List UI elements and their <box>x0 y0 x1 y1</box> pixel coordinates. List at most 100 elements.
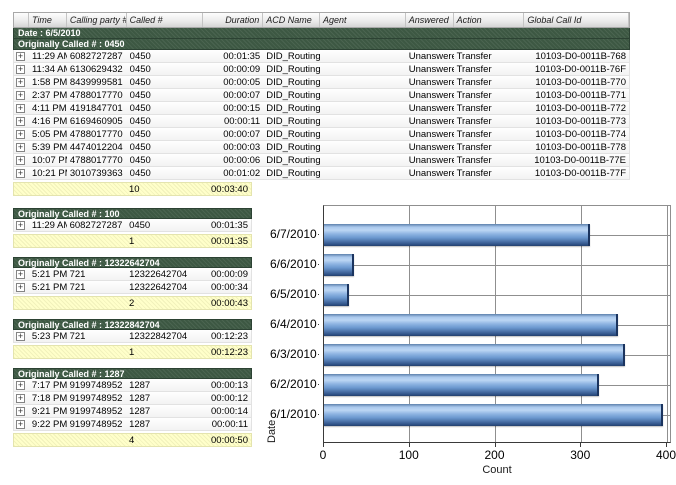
chart-category-labels: 6/7/20106/6/20106/5/20106/4/20106/3/2010… <box>270 205 319 443</box>
column-header-expand[interactable] <box>14 13 29 27</box>
table-row: +5:39 PM4474012204045000:00:03DID_Routin… <box>13 141 630 154</box>
chart-bar <box>324 314 618 336</box>
table-rows: +11:29 AM6082727287045000:01:35DID_Routi… <box>13 50 630 180</box>
expand-icon[interactable]: + <box>16 169 25 178</box>
column-header-action[interactable]: Action <box>454 13 525 27</box>
cell-action: Transfer <box>454 115 525 127</box>
expand-icon[interactable]: + <box>16 65 25 74</box>
cell-called: 0450 <box>127 115 204 127</box>
chart-band <box>324 400 670 430</box>
expand-icon[interactable]: + <box>16 283 25 292</box>
cell-acd: DID_Routing <box>263 167 320 179</box>
cell-duration: 00:00:06 <box>203 154 263 166</box>
group-summary-row: 400:00:50 <box>13 433 252 447</box>
expand-icon[interactable]: + <box>16 104 25 113</box>
expand-icon[interactable]: + <box>16 332 25 341</box>
expand-cell: + <box>14 89 29 101</box>
cell-acd: DID_Routing <box>263 63 320 75</box>
cell-global: 10103-D0-0011B-774 <box>524 128 629 140</box>
expand-icon[interactable]: + <box>16 270 25 279</box>
column-header-agent[interactable]: Agent <box>320 13 406 27</box>
column-header-answered[interactable]: Answered <box>406 13 454 27</box>
cell-calling: 3010739363 <box>67 167 127 179</box>
expand-icon[interactable]: + <box>16 130 25 139</box>
table-row: +9:22 PM9199748952128700:00:11 <box>13 418 252 431</box>
expand-cell: + <box>14 418 29 430</box>
chart-band <box>324 310 670 340</box>
column-header-called[interactable]: Called # <box>127 13 204 27</box>
cell-global: 10103-D0-0011B-76F <box>524 63 629 75</box>
expand-cell: + <box>14 154 29 166</box>
cell-answered: Unanswered <box>406 89 454 101</box>
expand-icon[interactable]: + <box>16 394 25 403</box>
cell-time: 5:05 PM <box>29 128 67 140</box>
gridline <box>324 265 670 266</box>
tick-label: 0 <box>303 448 343 462</box>
expand-icon[interactable]: + <box>16 143 25 152</box>
called-group-label: Originally Called # : 0450 <box>18 39 125 49</box>
cell-calling: 721 <box>67 281 127 293</box>
cell-duration: 00:01:02 <box>203 167 263 179</box>
expand-cell: + <box>14 115 29 127</box>
cell-action: Transfer <box>454 128 525 140</box>
tick-label: 200 <box>475 448 515 462</box>
cell-duration: 00:00:34 <box>202 281 251 293</box>
expand-cell: + <box>14 281 29 293</box>
date-group-label: Date : 6/5/2010 <box>18 28 81 38</box>
expand-cell: + <box>14 102 29 114</box>
chart-bar <box>324 374 599 396</box>
cell-action: Transfer <box>454 76 525 88</box>
column-header-time[interactable]: Time <box>29 13 67 27</box>
expand-icon[interactable]: + <box>16 420 25 429</box>
expand-icon[interactable]: + <box>16 156 25 165</box>
category-label: 6/3/2010 <box>270 339 319 369</box>
cell-time: 7:17 PM <box>29 379 67 391</box>
expand-icon[interactable]: + <box>16 381 25 390</box>
cell-calling: 9199748952 <box>67 418 127 430</box>
summary-call-count: 1 <box>126 236 202 247</box>
expand-icon[interactable]: + <box>16 78 25 87</box>
expand-icon[interactable]: + <box>16 91 25 100</box>
cell-duration: 00:00:05 <box>203 76 263 88</box>
expand-cell: + <box>14 392 29 404</box>
cell-action: Transfer <box>454 63 525 75</box>
gridline <box>324 295 670 296</box>
column-header-acd[interactable]: ACD Name <box>263 13 320 27</box>
cell-time: 5:21 PM <box>29 268 67 280</box>
cell-duration: 00:00:14 <box>202 405 251 417</box>
table-row: +4:11 PM4191847701045000:00:15DID_Routin… <box>13 102 630 115</box>
called-group-band: Originally Called # : 1287 <box>13 368 252 379</box>
chart-band <box>324 370 670 400</box>
cell-action: Transfer <box>454 102 525 114</box>
table-row: +7:17 PM9199748952128700:00:13 <box>13 379 252 392</box>
cell-calling: 9199748952 <box>67 379 127 391</box>
cell-agent <box>320 102 406 114</box>
expand-cell: + <box>14 50 29 62</box>
expand-icon[interactable]: + <box>16 117 25 126</box>
cell-answered: Unanswered <box>406 128 454 140</box>
cell-answered: Unanswered <box>406 102 454 114</box>
expand-icon[interactable]: + <box>16 407 25 416</box>
cell-calling: 9199748952 <box>67 405 127 417</box>
column-header-duration[interactable]: Duration <box>203 13 263 27</box>
expand-icon[interactable]: + <box>16 52 25 61</box>
chart-bands <box>324 206 670 442</box>
cell-calling: 6169460905 <box>67 115 127 127</box>
column-header-global[interactable]: Global Call Id <box>524 13 629 27</box>
column-header-calling[interactable]: Calling party # <box>67 13 127 27</box>
cell-agent <box>320 76 406 88</box>
cell-calling: 6082727287 <box>67 219 127 231</box>
cell-global: 10103-D0-0011B-77E <box>524 154 629 166</box>
cell-time: 9:21 PM <box>29 405 67 417</box>
cell-time: 4:16 PM <box>29 115 67 127</box>
cell-called: 0450 <box>127 141 204 153</box>
cell-called: 1287 <box>126 418 202 430</box>
cell-called: 0450 <box>127 128 204 140</box>
chart-band <box>324 220 670 250</box>
tick-label: 300 <box>560 448 600 462</box>
expand-icon[interactable]: + <box>16 221 25 230</box>
summary-spacer <box>14 297 126 309</box>
chart-bar <box>324 224 590 246</box>
table-row: +5:23 PM7211232284270400:12:23 <box>13 330 252 343</box>
group-summary-row: 100:01:35 <box>13 234 252 248</box>
